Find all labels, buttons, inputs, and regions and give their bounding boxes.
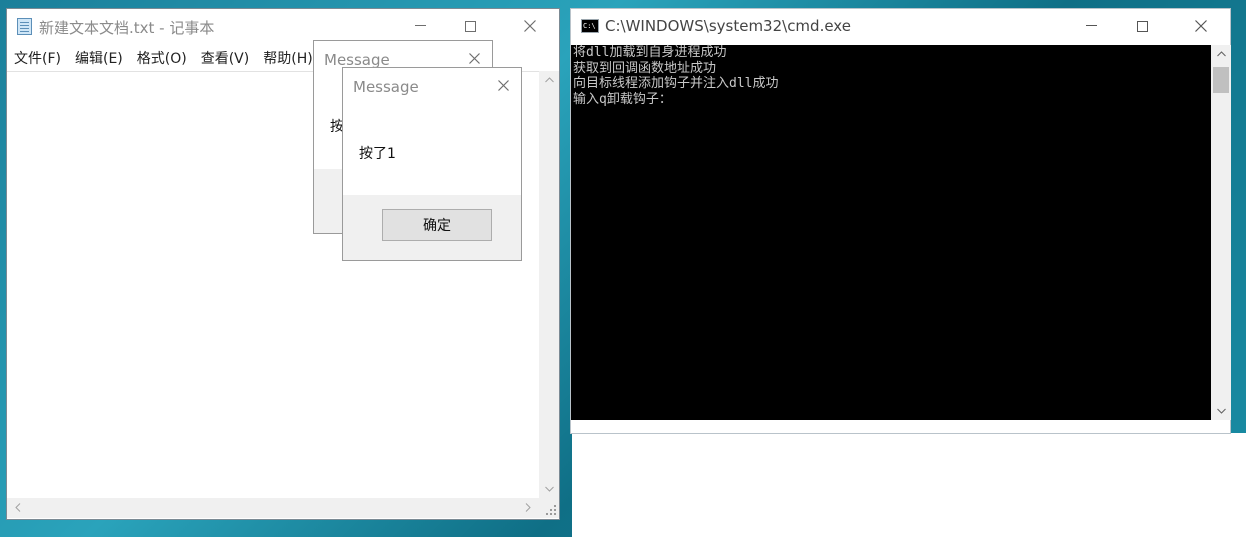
- notepad-title: 新建文本文档.txt - 记事本: [39, 19, 215, 37]
- dialog-title: Message: [353, 78, 419, 96]
- cmd-titlebar[interactable]: C:\ C:\WINDOWS\system32\cmd.exe: [571, 9, 1230, 45]
- close-icon[interactable]: [1178, 9, 1224, 43]
- menu-edit[interactable]: 编辑(E): [68, 45, 130, 69]
- close-icon[interactable]: [489, 74, 517, 98]
- ok-button[interactable]: 确定: [382, 209, 492, 241]
- scroll-thumb[interactable]: [1213, 67, 1229, 93]
- chevron-up-icon[interactable]: [539, 71, 559, 89]
- minimize-icon[interactable]: [1068, 9, 1114, 43]
- dialog-message: 按了1: [359, 146, 396, 162]
- chevron-right-icon[interactable]: [519, 498, 537, 518]
- console-prompt: 输入q卸载钩子：: [573, 91, 672, 107]
- vertical-scrollbar[interactable]: [539, 71, 559, 498]
- menu-view[interactable]: 查看(V): [194, 45, 257, 69]
- menu-help[interactable]: 帮助(H): [256, 45, 319, 69]
- cmd-window[interactable]: C:\ C:\WINDOWS\system32\cmd.exe 将dll加载到自…: [570, 8, 1231, 434]
- horizontal-scrollbar[interactable]: [7, 498, 539, 518]
- cmd-vertical-scrollbar[interactable]: [1211, 45, 1231, 420]
- chevron-down-icon[interactable]: [539, 480, 559, 498]
- console-line: 向目标线程添加钩子并注入dll成功: [573, 76, 779, 91]
- menu-format[interactable]: 格式(O): [130, 45, 194, 69]
- resize-grip-icon[interactable]: [539, 498, 559, 518]
- dialog-footer: 确定: [343, 195, 521, 260]
- maximize-icon[interactable]: [1119, 9, 1165, 43]
- chevron-up-icon[interactable]: [1211, 45, 1231, 63]
- chevron-left-icon[interactable]: [9, 498, 27, 518]
- notepad-icon: [17, 18, 32, 35]
- desktop-background: [572, 433, 1246, 537]
- console-output[interactable]: 将dll加载到自身进程成功 获取到回调函数地址成功 向目标线程添加钩子并注入dl…: [571, 45, 1211, 420]
- chevron-down-icon[interactable]: [1211, 402, 1231, 420]
- console-line: 获取到回调函数地址成功: [573, 60, 717, 76]
- cmd-title: C:\WINDOWS\system32\cmd.exe: [605, 17, 851, 35]
- menu-file[interactable]: 文件(F): [7, 45, 68, 69]
- minimize-icon[interactable]: [397, 9, 443, 43]
- menu-bar: 文件(F) 编辑(E) 格式(O) 查看(V) 帮助(H): [7, 45, 320, 69]
- close-icon[interactable]: [507, 9, 553, 43]
- message-dialog-front[interactable]: Message 按了1 确定: [342, 67, 522, 261]
- cmd-icon: C:\: [581, 19, 599, 33]
- maximize-icon[interactable]: [447, 9, 493, 43]
- console-line: 将dll加载到自身进程成功: [573, 45, 727, 60]
